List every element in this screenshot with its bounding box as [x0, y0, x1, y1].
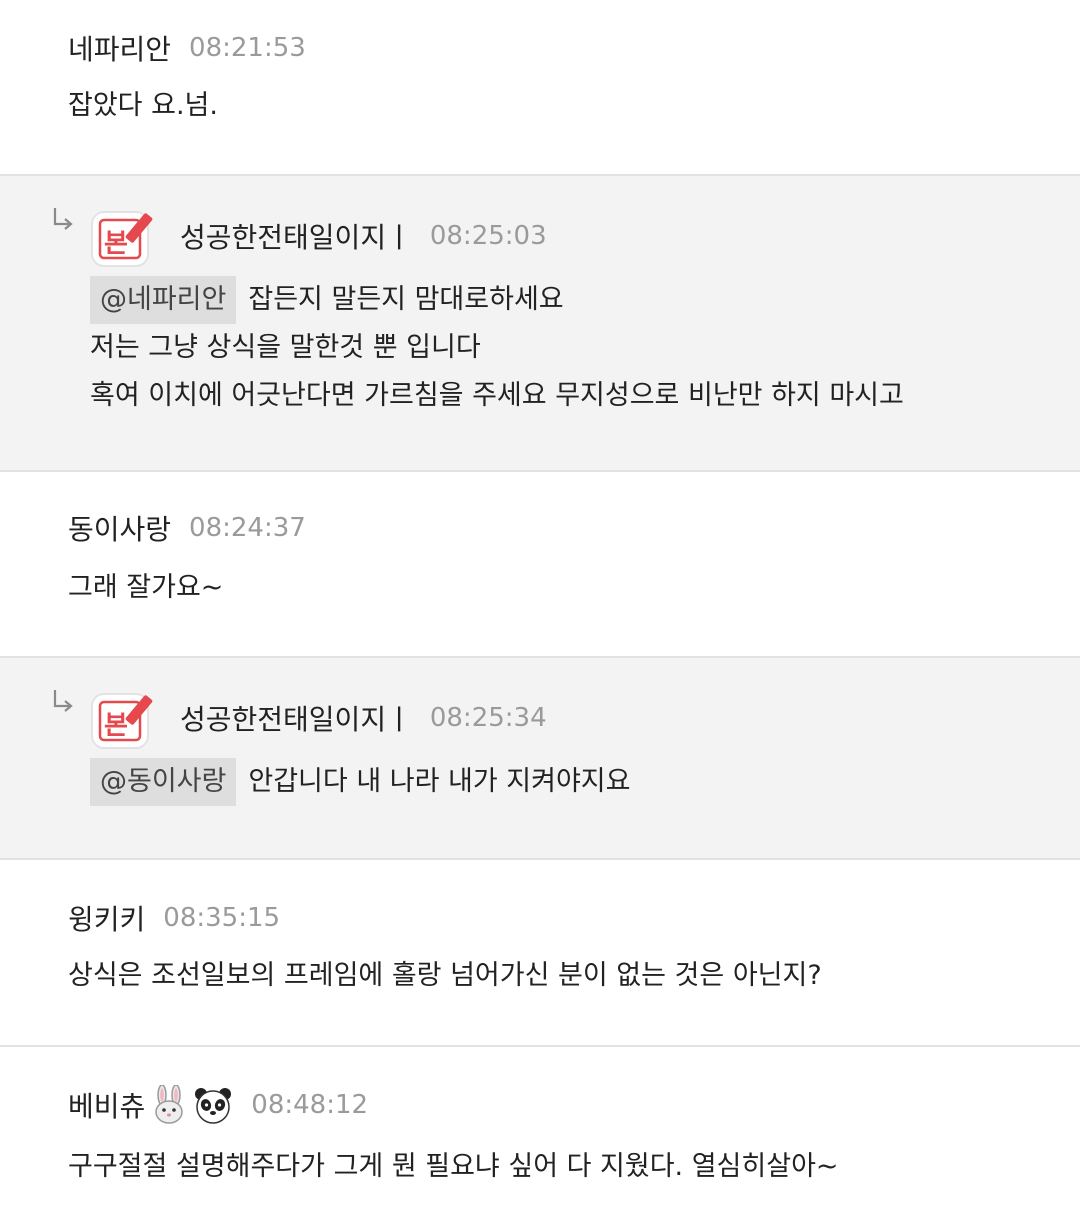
comment-nickname[interactable]: 베비츄: [68, 1085, 145, 1125]
comment-nickname[interactable]: 성공한전태일이지ㅣ: [180, 698, 412, 738]
comment-nickname[interactable]: 동이사랑: [68, 508, 171, 548]
author-badge-icon: 본: [91, 211, 153, 267]
comment-text-line: 상식은 조선일보의 프레임에 홀랑 넘어가신 분이 없는 것은 아닌지?: [68, 960, 822, 991]
comment-thread: 네파리안 08:21:53 잡았다 요.넘. 본 성공한전태일이지ㅣ 08:25…: [0, 0, 1080, 1217]
comment-body: 잡았다 요.넘.: [68, 82, 218, 130]
reply-arrow-icon: [53, 208, 73, 230]
mention-tag[interactable]: @네파리안: [90, 276, 237, 324]
comment-nickname[interactable]: 성공한전태일이지ㅣ: [180, 216, 412, 256]
svg-text:본: 본: [104, 711, 128, 741]
comment-item: 네파리안 08:21:53 잡았다 요.넘.: [0, 0, 1080, 176]
comment-body: @동이사랑 안갑니다 내 나라 내가 지켜야지요: [90, 758, 630, 806]
comment-text-line: 잡았다 요.넘.: [68, 90, 218, 121]
comment-text: 안갑니다 내 나라 내가 지켜야지요: [248, 766, 631, 797]
reply-arrow-icon: [53, 690, 73, 712]
comment-text: 잡든지 말든지 맘대로하세요: [248, 284, 564, 315]
comment-timestamp: 08:35:15: [163, 903, 281, 933]
comment-header: 베비츄 08:48:12: [68, 1085, 368, 1125]
comment-body: @네파리안 잡든지 말든지 맘대로하세요 저는 그냥 상식을 말한것 뿐 입니다 …: [90, 276, 904, 420]
rabbit-icon: [155, 1085, 184, 1124]
comment-header: 동이사랑 08:24:37: [68, 508, 306, 548]
reply-item: 본 성공한전태일이지ㅣ 08:25:34 @동이사랑 안갑니다 내 나라 내가 지…: [0, 658, 1080, 860]
comment-text-line: @네파리안 잡든지 말든지 맘대로하세요: [90, 276, 904, 324]
panda-icon: [195, 1088, 232, 1124]
mention-tag[interactable]: @동이사랑: [90, 758, 237, 806]
comment-body: 상식은 조선일보의 프레임에 홀랑 넘어가신 분이 없는 것은 아닌지?: [68, 952, 822, 1000]
comment-item: 동이사랑 08:24:37 그래 잘가요~: [0, 472, 1080, 658]
comment-item: 윙키키 08:35:15 상식은 조선일보의 프레임에 홀랑 넘어가신 분이 없…: [0, 860, 1080, 1047]
comment-item: 베비츄 08:48:12 구구절절 설명해주다가 그게 뭔 필요냐 싶어 다 지…: [0, 1047, 1080, 1217]
author-badge-icon: 본: [91, 693, 153, 749]
comment-text-line: 그래 잘가요~: [68, 572, 224, 603]
comment-text-line: 저는 그냥 상식을 말한것 뿐 입니다: [90, 332, 481, 363]
comment-timestamp: 08:48:12: [251, 1090, 369, 1120]
comment-timestamp: 08:24:37: [189, 513, 306, 543]
comment-header: 윙키키 08:35:15: [68, 898, 280, 938]
comment-body: 그래 잘가요~: [68, 564, 223, 612]
comment-timestamp: 08:25:03: [429, 221, 547, 251]
comment-body: 구구절절 설명해주다가 그게 뭔 필요냐 싶어 다 지웠다. 열심히살아~: [68, 1143, 839, 1191]
svg-text:본: 본: [104, 229, 128, 259]
comment-header: 네파리안 08:21:53: [68, 28, 306, 68]
comment-timestamp: 08:21:53: [189, 33, 306, 63]
reply-header: 성공한전태일이지ㅣ 08:25:34: [180, 698, 547, 738]
comment-timestamp: 08:25:34: [429, 703, 547, 733]
comment-text-line: 구구절절 설명해주다가 그게 뭔 필요냐 싶어 다 지웠다. 열심히살아~: [68, 1151, 839, 1182]
comment-nickname[interactable]: 네파리안: [68, 28, 171, 68]
comment-text-line: 혹여 이치에 어긋난다면 가르침을 주세요 무지성으로 비난만 하지 마시고: [90, 380, 904, 411]
comment-text-line: @동이사랑 안갑니다 내 나라 내가 지켜야지요: [90, 758, 630, 806]
comment-nickname[interactable]: 윙키키: [68, 898, 145, 938]
reply-header: 성공한전태일이지ㅣ 08:25:03: [180, 216, 547, 256]
reply-item: 본 성공한전태일이지ㅣ 08:25:03 @네파리안 잡든지 말든지 맘대로하세요…: [0, 176, 1080, 472]
